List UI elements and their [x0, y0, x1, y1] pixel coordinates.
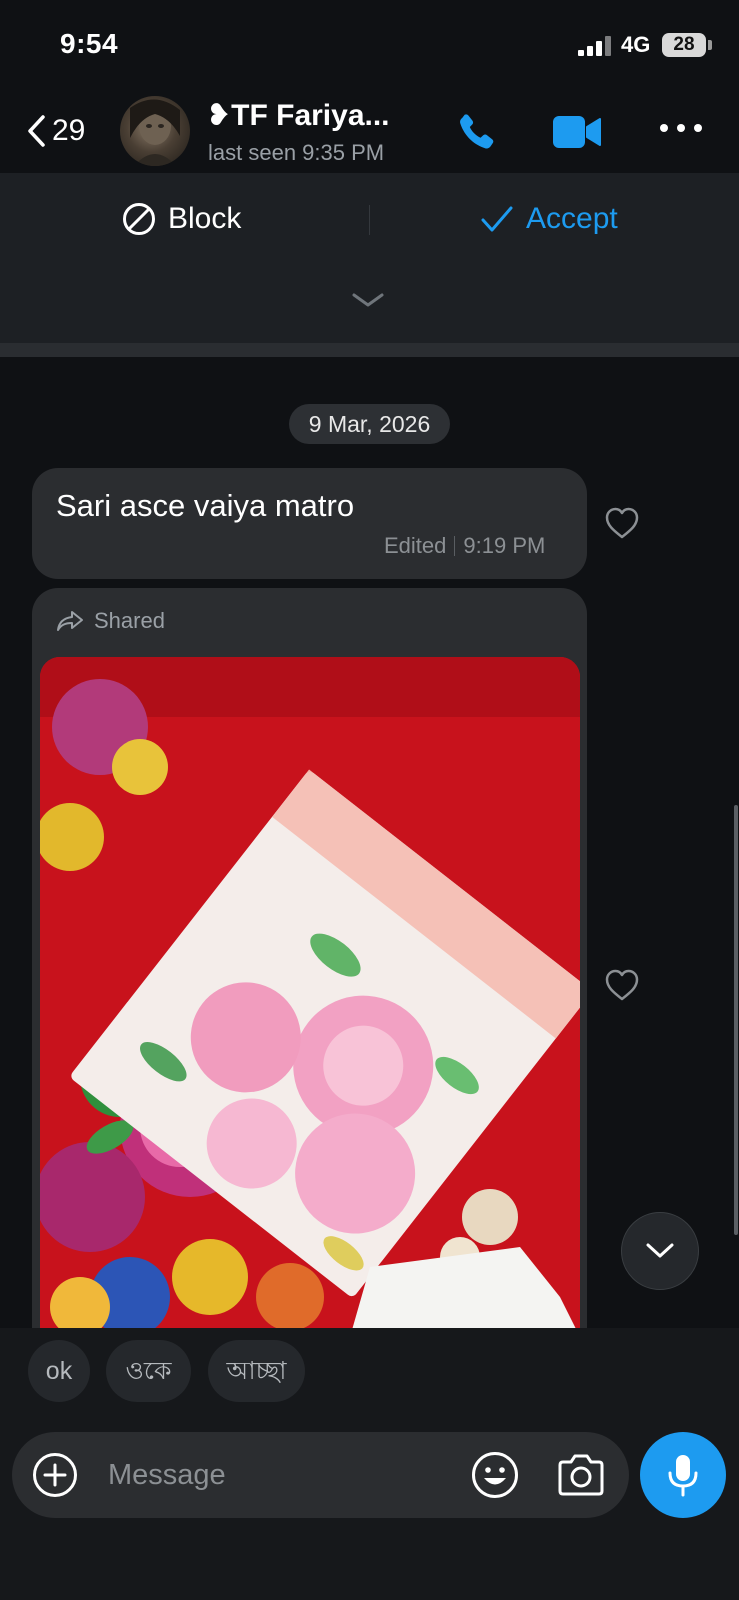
quick-reply-chip[interactable]: আচ্ছা [208, 1340, 305, 1402]
block-icon [123, 203, 155, 235]
react-button[interactable] [604, 968, 640, 1002]
quick-reply-chip[interactable]: ওকে [106, 1340, 191, 1402]
heart-icon [605, 969, 639, 1001]
block-label: Block [168, 202, 242, 235]
network-type: 4G [621, 32, 651, 57]
plus-icon [33, 1453, 77, 1497]
message-request-panel [0, 173, 739, 343]
checkmark-icon [481, 206, 513, 232]
camera-icon [558, 1454, 604, 1496]
panel-separator [0, 343, 739, 357]
emoji-icon [472, 1452, 518, 1498]
more-options-button[interactable] [660, 124, 704, 138]
chevron-down-icon [352, 293, 384, 307]
shared-label: Shared [94, 608, 165, 633]
accept-label: Accept [526, 202, 618, 235]
contact-avatar[interactable] [120, 96, 190, 166]
accept-button[interactable]: Accept [480, 198, 618, 240]
scroll-to-bottom-button[interactable] [621, 1212, 699, 1290]
saree-photo [40, 657, 580, 1337]
message-time: 9:19 PM [463, 533, 546, 558]
more-icon [660, 124, 668, 132]
quick-reply-chip[interactable]: ok [28, 1340, 90, 1402]
block-button[interactable]: Block [122, 198, 241, 240]
share-arrow-icon [57, 611, 83, 631]
avatar-photo [130, 99, 180, 166]
message-input[interactable] [108, 1455, 448, 1495]
voice-call-button[interactable] [452, 110, 498, 156]
date-separator: 9 Mar, 2026 [289, 404, 450, 444]
video-camera-icon [553, 116, 601, 148]
request-divider [369, 205, 370, 235]
expand-request-button[interactable] [350, 290, 386, 310]
message-meta: Edited 9:19 PM [384, 533, 545, 559]
status-time: 9:54 [60, 28, 119, 59]
chevron-down-icon [646, 1243, 674, 1258]
emoji-button[interactable] [471, 1451, 519, 1499]
edited-label: Edited [384, 533, 447, 558]
heart-icon [605, 507, 639, 539]
battery-tip-icon [708, 40, 712, 50]
microphone-icon [668, 1455, 698, 1497]
shared-photo[interactable] [40, 657, 580, 1337]
message-text: Sari asce vaiya matro [56, 488, 355, 523]
shared-indicator: Shared [56, 608, 165, 634]
phone-icon [460, 114, 494, 149]
add-attachment-button[interactable] [32, 1452, 78, 1498]
last-seen-status: last seen 9:35 PM [208, 140, 385, 165]
meta-divider [454, 536, 456, 556]
chevron-left-icon [28, 115, 45, 147]
chat-scrollbar[interactable] [734, 805, 738, 1235]
battery-level: 28 [662, 33, 706, 57]
react-button[interactable] [604, 506, 640, 540]
contact-name[interactable]: ❥TF Fariya... [206, 98, 390, 133]
camera-button[interactable] [556, 1453, 606, 1497]
back-button[interactable]: 29 [24, 108, 85, 154]
video-call-button[interactable] [552, 113, 602, 151]
voice-message-button[interactable] [640, 1432, 726, 1518]
back-count: 29 [52, 114, 86, 147]
signal-strength-icon [578, 36, 614, 56]
